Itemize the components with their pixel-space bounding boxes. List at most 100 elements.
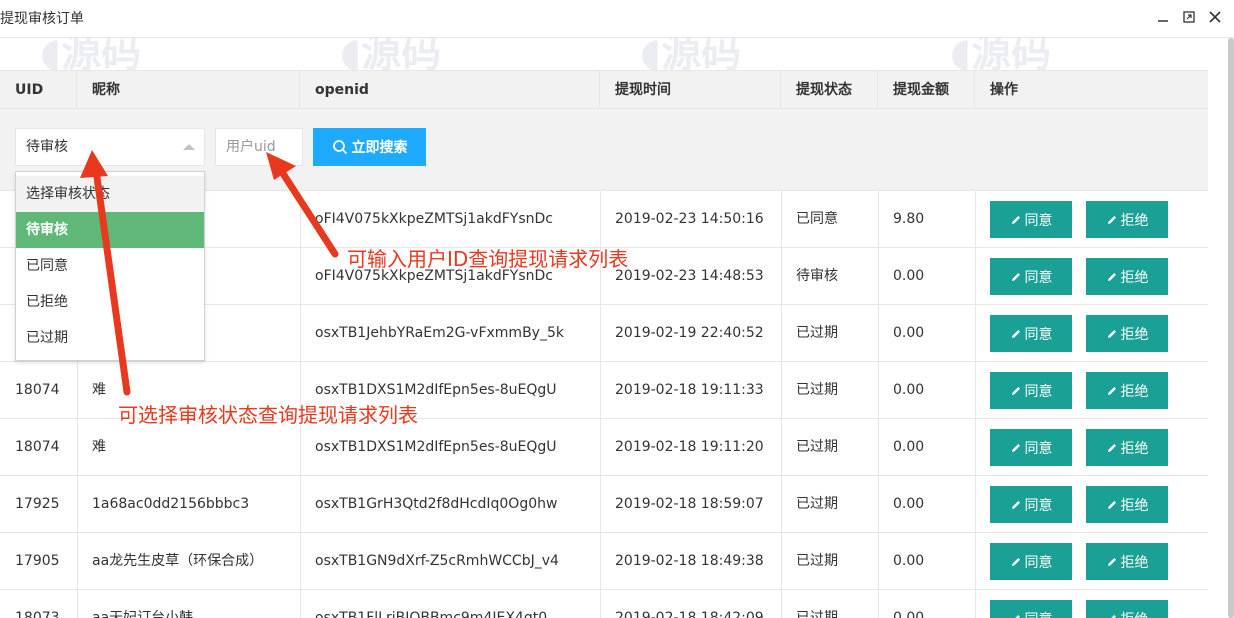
reject-button[interactable]: 拒绝 [1086,429,1168,466]
status-option-placeholder[interactable]: 选择审核状态 [16,176,204,212]
pencil-icon [1106,556,1118,568]
approve-button[interactable]: 同意 [990,486,1072,523]
cell-nickname: aa天妃订台小韩 [92,610,194,618]
column-divider [878,476,879,533]
window-titlebar: 提现审核订单 [0,0,1234,38]
cell-nickname: 1a68ac0dd2156bbbc3 [92,496,250,512]
status-select[interactable]: 待审核 [15,128,205,166]
approve-button[interactable]: 同意 [990,543,1072,580]
cell-uid: 17905 [15,553,60,569]
column-divider [300,533,301,590]
vertical-scrollbar[interactable] [1228,38,1234,618]
approve-label: 同意 [1024,440,1053,457]
uid-search-input[interactable] [215,128,303,166]
cell-uid: 18073 [15,610,60,618]
cell-openid: osxTB1GN9dXrf-Z5cRmhWCCbJ_v4 [315,553,559,569]
cell-time: 2019-02-18 18:49:38 [615,553,764,569]
column-divider [975,419,976,476]
column-divider [878,248,879,305]
approve-button[interactable]: 同意 [990,600,1072,618]
pencil-icon [1106,328,1118,340]
search-icon [332,140,347,155]
approve-button[interactable]: 同意 [990,201,1072,238]
status-option-pending[interactable]: 待审核 [16,212,204,248]
reject-label: 拒绝 [1120,326,1149,343]
reject-button[interactable]: 拒绝 [1086,201,1168,238]
status-option-approved[interactable]: 已同意 [16,248,204,284]
status-option-expired[interactable]: 已过期 [16,320,204,356]
table-row: 17925 1a68ac0dd2156bbbc3 osxTB1GrH3Qtd2f8d… [0,476,1208,533]
status-option-rejected[interactable]: 已拒绝 [16,284,204,320]
column-divider [300,248,301,305]
column-header-time: 提现时间 [600,71,781,109]
pencil-icon [1106,613,1118,618]
column-divider [975,533,976,590]
approve-label: 同意 [1024,383,1053,400]
status-dropdown: 选择审核状态 待审核 已同意 已拒绝 已过期 [15,171,205,361]
pencil-icon [1010,385,1022,397]
column-divider [975,590,976,618]
reject-label: 拒绝 [1121,609,1149,618]
cell-time: 2019-02-18 18:59:07 [615,496,764,512]
pencil-icon [1106,385,1118,397]
cell-status: 已过期 [796,553,838,569]
column-divider [975,191,976,248]
approve-button[interactable]: 同意 [990,372,1072,409]
pencil-icon [1010,214,1022,226]
column-divider [781,590,782,618]
cell-time: 2019-02-18 19:11:20 [615,439,764,455]
column-divider [77,590,78,618]
column-divider [600,305,601,362]
column-divider [878,191,879,248]
pencil-icon [1106,442,1118,454]
reject-button[interactable]: 拒绝 [1086,486,1168,523]
cell-openid: osxTB1FlLrjBJQBBmc9m4JEX4gt0 [315,610,548,618]
column-divider [781,362,782,419]
column-divider [878,362,879,419]
pencil-icon [1010,328,1022,340]
cell-openid: osxTB1GrH3Qtd2f8dHcdIq0Og0hw [315,496,558,512]
scrollbar-thumb[interactable] [1228,38,1234,618]
approve-button[interactable]: 同意 [990,429,1072,466]
column-divider [781,419,782,476]
cell-status: 已过期 [796,610,838,618]
close-icon[interactable] [1207,9,1223,25]
column-divider [300,476,301,533]
column-divider [77,533,78,590]
cell-amount: 0.00 [893,439,925,455]
minimize-icon[interactable] [1155,9,1171,25]
annotation-uid-hint: 可输入用户ID查询提现请求列表 [347,247,629,271]
search-button[interactable]: 立即搜索 [313,128,426,166]
approve-button[interactable]: 同意 [990,315,1072,352]
column-divider [300,191,301,248]
approve-label: 同意 [1024,326,1053,343]
column-header-nickname: 昵称 [77,71,300,109]
reject-button[interactable]: 拒绝 [1086,543,1168,580]
cell-status: 已过期 [796,439,838,455]
column-divider [975,305,976,362]
pencil-icon [1106,214,1118,226]
cell-amount: 0.00 [893,553,925,569]
column-divider [878,533,879,590]
reject-button[interactable]: 拒绝 [1086,372,1168,409]
table-header: UID 昵称 openid 提现时间 提现状态 提现金额 操作 [0,70,1208,109]
column-divider [878,590,879,618]
dropdown-arrow-icon[interactable] [183,144,195,150]
pencil-icon [1010,613,1022,618]
column-divider [878,419,879,476]
maximize-icon[interactable] [1181,9,1197,25]
cell-time: 2019-02-23 14:50:16 [615,211,764,227]
column-header-actions: 操作 [990,82,1018,98]
approve-button[interactable]: 同意 [990,258,1072,295]
table-row: 18073 aa天妃订台小韩 osxTB1FlLrjBJQBBmc9m4JEX4gt… [0,590,1208,618]
pencil-icon [1010,442,1022,454]
reject-button[interactable]: 拒绝 [1086,315,1168,352]
cell-time: 2019-02-19 22:40:52 [615,325,764,341]
column-divider [77,362,78,419]
cell-openid: oFI4V075kXkpeZMTSj1akdFYsnDc [315,211,553,227]
cell-amount: 0.00 [893,382,925,398]
cell-amount: 9.80 [893,211,925,227]
reject-button[interactable]: 拒绝 [1086,258,1168,295]
cell-uid: 18074 [15,382,60,398]
reject-button[interactable]: 拒绝 [1086,600,1168,618]
